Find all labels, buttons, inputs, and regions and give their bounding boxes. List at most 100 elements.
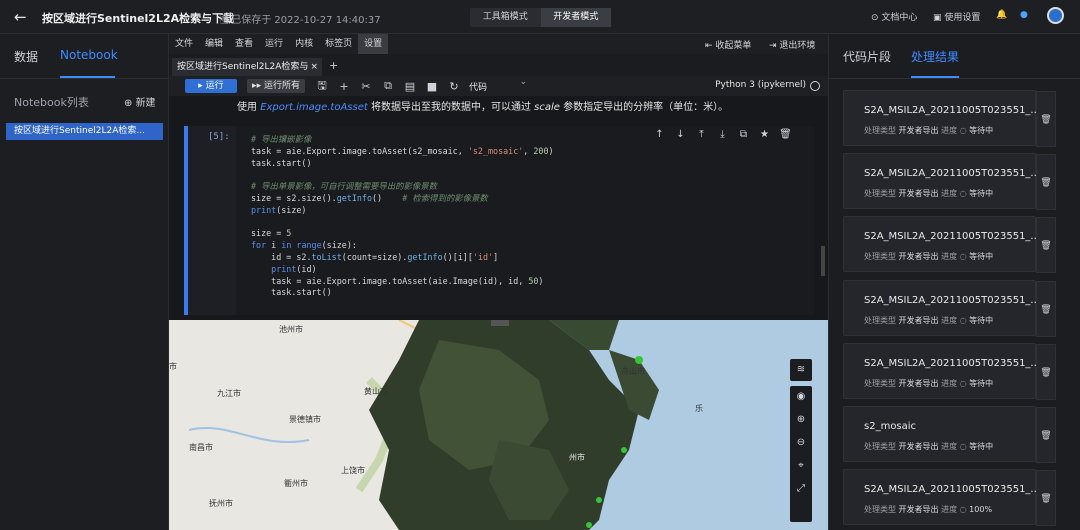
code-cell[interactable]: [5]: # 导出镶嵌影像 task = aie.Export.image.to… xyxy=(184,126,814,315)
map-label: 景德镇市 xyxy=(289,415,321,424)
developer-mode-button[interactable]: 开发者模式 xyxy=(540,8,611,27)
menu-view[interactable]: 查看 xyxy=(229,34,259,54)
notebook-area: 文件 编辑 查看 运行 内核 标签页 设置 ⇤ 收起菜单 ⇥ 退出环境 按区域进… xyxy=(169,34,828,530)
new-tab-button[interactable]: + xyxy=(329,59,338,72)
tab-code-snippets[interactable]: 代码片段 xyxy=(843,48,891,65)
run-button[interactable]: ▸ 运行 xyxy=(185,79,237,93)
copy-icon[interactable]: ⧉ xyxy=(377,79,399,93)
task-meta: 处理类型 开发者导出 进度 ◌ 等待中 xyxy=(864,379,994,388)
map-view[interactable]: 池州市 九江市 景德镇市 南昌市 上饶市 衢州市 抚州市 黄山市 舟山市 市 州… xyxy=(169,320,828,530)
code-scrollbar[interactable] xyxy=(821,246,825,276)
page-title: 按区域进行Sentinel2L2A检索与下载 xyxy=(42,12,235,25)
fullscreen-icon[interactable]: ⤢ xyxy=(790,478,812,500)
map-label: 黄山市 xyxy=(364,387,388,396)
active-tab-indicator xyxy=(60,76,115,78)
notebook-list-item[interactable]: 按区域进行Sentinel2L2A检索... xyxy=(6,123,163,140)
top-bar: ← 按区域进行Sentinel2L2A检索与下载 🗎 已保存于 2022-10-… xyxy=(0,0,1080,34)
menu-edit[interactable]: 编辑 xyxy=(199,34,229,54)
run-all-button[interactable]: ▸▸ 运行所有 xyxy=(247,79,305,93)
tab-data[interactable]: 数据 xyxy=(14,48,38,65)
move-down-icon[interactable]: ↓ xyxy=(670,129,691,140)
task-card[interactable]: s2_mosaic 处理类型 开发者导出 进度 ◌ 等待中 🗑 xyxy=(843,406,1056,463)
cell-selection-bar xyxy=(184,126,188,315)
close-tab-icon[interactable]: × xyxy=(310,58,318,76)
doc-center-link[interactable]: ⊙ 文档中心 xyxy=(871,10,917,23)
back-arrow-icon[interactable]: ← xyxy=(14,8,27,26)
menu-kernel[interactable]: 内核 xyxy=(289,34,319,54)
map-controls: ◉ ⊕ ⊖ ⌖ ⤢ xyxy=(790,386,812,522)
globe-icon[interactable]: ● xyxy=(1020,10,1028,20)
delete-task-icon[interactable]: 🗑 xyxy=(1036,91,1056,147)
code-editor[interactable]: # 导出镶嵌影像 task = aie.Export.image.toAsset… xyxy=(236,126,814,315)
task-name: S2A_MSIL2A_20211005T023551_... xyxy=(864,358,1040,369)
avatar[interactable] xyxy=(1047,7,1064,24)
delete-task-icon[interactable]: 🗑 xyxy=(1036,344,1056,400)
collapse-menu-button[interactable]: ⇤ 收起菜单 xyxy=(705,38,751,51)
menu-run[interactable]: 运行 xyxy=(259,34,289,54)
add-cell-icon[interactable]: + xyxy=(333,80,355,93)
plus-circle-icon: ⊕ xyxy=(124,98,136,109)
layers-icon[interactable]: ≋ xyxy=(790,359,812,381)
task-name: S2A_MSIL2A_20211005T023551_... xyxy=(864,231,1040,242)
spinner-icon: ◌ xyxy=(959,252,967,261)
duplicate-icon[interactable]: ⧉ xyxy=(733,129,754,140)
active-tab-indicator xyxy=(911,76,959,78)
spinner-icon: ◌ xyxy=(959,442,967,451)
right-panel: 代码片段 处理结果 S2A_MSIL2A_20211005T023551_...… xyxy=(828,34,1080,530)
saved-status: 🗎 已保存于 2022-10-27 14:40:37 xyxy=(220,15,381,26)
save-icon[interactable]: 🖫 xyxy=(311,77,333,96)
menu-settings[interactable]: 设置 xyxy=(358,34,389,54)
menu-file[interactable]: 文件 xyxy=(169,34,199,54)
delete-cell-icon[interactable]: 🗑 xyxy=(775,129,796,140)
toolbox-mode-button[interactable]: 工具箱模式 xyxy=(470,8,541,27)
task-card[interactable]: S2A_MSIL2A_20211005T023551_... 处理类型 开发者导出… xyxy=(843,280,1056,337)
settings-icon: ▣ xyxy=(933,13,945,23)
new-notebook-button[interactable]: ⊕ 新建 xyxy=(124,94,156,109)
task-meta: 处理类型 开发者导出 进度 ◌ 等待中 xyxy=(864,252,994,261)
globe-view-icon[interactable]: ◉ xyxy=(790,386,812,408)
exit-env-button[interactable]: ⇥ 退出环境 xyxy=(769,38,815,51)
task-card[interactable]: S2A_MSIL2A_20211005T023551_... 处理类型 开发者导出… xyxy=(843,343,1056,400)
map-label: 衢州市 xyxy=(284,479,308,488)
left-panel: 数据 Notebook Notebook列表 ⊕ 新建 按区域进行Sentine… xyxy=(0,34,169,530)
task-meta: 处理类型 开发者导出 进度 ◌ 等待中 xyxy=(864,126,994,135)
task-card[interactable]: S2A_MSIL2A_20211005T023551_... 处理类型 开发者导出… xyxy=(843,216,1056,273)
locate-icon[interactable]: ⌖ xyxy=(790,454,812,478)
task-meta: 处理类型 开发者导出 进度 ◌ 等待中 xyxy=(864,442,994,451)
delete-task-icon[interactable]: 🗑 xyxy=(1036,407,1056,463)
cut-icon[interactable]: ✂ xyxy=(355,80,377,93)
insert-above-icon[interactable]: ⤒ xyxy=(691,129,712,140)
tab-results[interactable]: 处理结果 xyxy=(911,48,959,65)
zoom-out-icon[interactable]: ⊖ xyxy=(790,432,812,454)
notebook-tab[interactable]: 按区域进行Sentinel2L2A检索与 × xyxy=(172,58,322,76)
tab-notebook[interactable]: Notebook xyxy=(60,48,118,62)
task-card[interactable]: S2A_MSIL2A_20211005T023551_... 处理类型 开发者导出… xyxy=(843,153,1056,210)
map-label: 抚州市 xyxy=(209,499,233,508)
task-card[interactable]: S2A_MSIL2A_20211005T023551_... 处理类型 开发者导出… xyxy=(843,90,1056,147)
task-card[interactable]: S2A_MSIL2A_20211005T023551_... 处理类型 开发者导出… xyxy=(843,469,1056,526)
task-name: S2A_MSIL2A_20211005T023551_... xyxy=(864,168,1040,179)
map-label: 州市 xyxy=(569,453,585,462)
paste-icon[interactable]: ▤ xyxy=(399,80,421,93)
delete-task-icon[interactable]: 🗑 xyxy=(1036,217,1056,273)
delete-task-icon[interactable]: 🗑 xyxy=(1036,154,1056,210)
star-icon[interactable]: ★ xyxy=(754,129,775,140)
cell-prompt: [5]: xyxy=(208,132,230,142)
insert-below-icon[interactable]: ⤓ xyxy=(712,129,733,140)
divider xyxy=(0,78,169,79)
task-meta: 处理类型 开发者导出 进度 ◌ 等待中 xyxy=(864,316,994,325)
notification-bell-icon[interactable]: 🔔 xyxy=(996,10,1007,20)
cell-type-select[interactable]: 代码 xyxy=(469,77,529,93)
notebook-list-title: Notebook列表 xyxy=(14,96,89,109)
spinner-icon: ◌ xyxy=(959,505,967,514)
stop-icon[interactable]: ■ xyxy=(421,80,443,93)
restart-icon[interactable]: ↻ xyxy=(443,80,465,93)
kernel-name: Python 3 (ipykernel) xyxy=(715,80,806,90)
move-up-icon[interactable]: ↑ xyxy=(649,129,670,140)
task-meta: 处理类型 开发者导出 进度 ◌ 100% xyxy=(864,505,993,514)
settings-link[interactable]: ▣ 使用设置 xyxy=(933,10,980,23)
delete-task-icon[interactable]: 🗑 xyxy=(1036,470,1056,526)
zoom-in-icon[interactable]: ⊕ xyxy=(790,408,812,432)
menu-tabs[interactable]: 标签页 xyxy=(319,34,358,54)
delete-task-icon[interactable]: 🗑 xyxy=(1036,281,1056,337)
